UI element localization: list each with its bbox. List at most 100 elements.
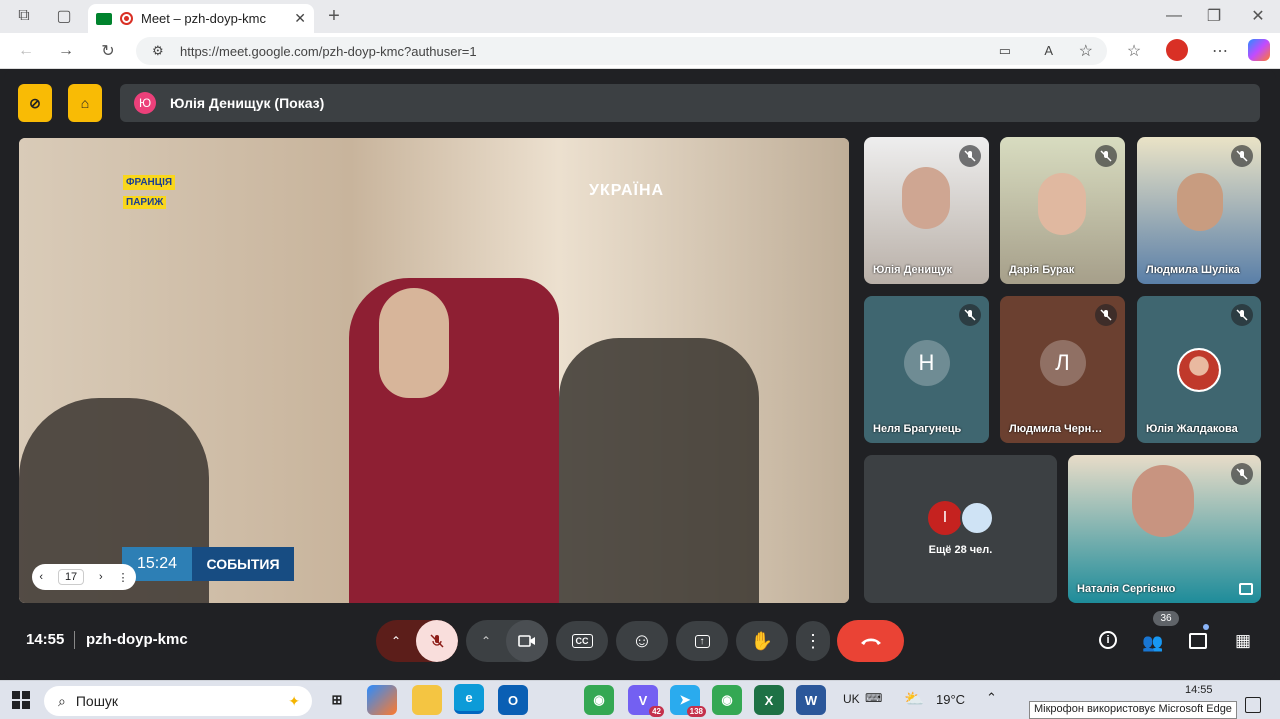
participant-tile[interactable]: Людмила Шуліка <box>1137 137 1261 284</box>
video-options-chevron-icon[interactable]: ⌃ <box>466 620 506 662</box>
favorite-star-icon[interactable]: ☆ <box>1079 41 1093 61</box>
outlook-icon[interactable]: O <box>498 685 528 715</box>
url-text: https://meet.google.com/pzh-doyp-kmc?aut… <box>180 43 477 59</box>
maximize-icon[interactable]: ❐ <box>1200 2 1228 30</box>
captions-button[interactable]: CC <box>556 621 608 661</box>
participant-tile[interactable]: Л Людмила Черн… <box>1000 296 1125 443</box>
language-indicator[interactable]: UK <box>843 692 860 706</box>
participant-tile[interactable]: Юлія Жалдакова <box>1137 296 1261 443</box>
camera-in-use-icon[interactable]: ▭ <box>999 43 1011 59</box>
stop-presenting-icon[interactable]: ⊘ <box>18 84 52 122</box>
copilot-taskbar-icon[interactable] <box>367 685 397 715</box>
notifications-icon[interactable] <box>1245 697 1261 713</box>
presenter-label: Юлія Денищук (Показ) <box>170 95 325 111</box>
mic-off-icon <box>1231 304 1253 326</box>
meeting-time: 14:55 <box>26 631 65 648</box>
favorites-icon[interactable]: ☆ <box>1120 37 1148 65</box>
end-call-icon <box>860 638 881 645</box>
tray-chevron-icon[interactable]: ⌃ <box>986 690 997 706</box>
audio-options-chevron-icon[interactable]: ⌃ <box>376 620 416 662</box>
mic-off-icon <box>1095 145 1117 167</box>
divider <box>74 631 75 649</box>
mic-control-group: ⌃ <box>376 620 458 662</box>
copilot-icon[interactable] <box>1248 39 1270 61</box>
telegram-icon[interactable]: ➤ 138 <box>670 685 706 717</box>
participant-name: Людмила Шуліка <box>1146 264 1240 276</box>
task-view-icon[interactable]: ⊞ <box>322 685 352 715</box>
pip-icon[interactable] <box>1239 583 1253 595</box>
more-menu-icon[interactable]: ⋯ <box>1206 37 1234 65</box>
search-highlight-icon: ✦ <box>288 692 300 709</box>
close-window-icon[interactable]: ✕ <box>1244 2 1272 30</box>
back-icon[interactable]: ← <box>12 37 40 65</box>
meeting-info-icon[interactable]: i <box>1093 625 1123 655</box>
participant-name: Наталія Сергієнко <box>1077 583 1176 595</box>
site-info-icon[interactable]: ⚙ <box>152 43 164 59</box>
leave-call-button[interactable] <box>837 620 904 662</box>
tab-meet[interactable]: Meet – pzh-doyp-kmc ✕ <box>88 4 314 33</box>
mic-off-icon <box>1231 463 1253 485</box>
word-icon[interactable]: W <box>796 685 826 715</box>
others-initial: І <box>928 501 962 535</box>
channel-logo: УКРАЇНА <box>589 182 665 199</box>
participant-avatar <box>1177 348 1221 392</box>
new-tab-icon[interactable]: + <box>320 2 348 30</box>
url-field[interactable]: ⚙ https://meet.google.com/pzh-doyp-kmc?a… <box>136 37 1107 65</box>
mic-off-icon <box>1095 304 1117 326</box>
chat-icon[interactable] <box>1183 626 1213 656</box>
people-icon[interactable]: 👥 <box>1138 628 1168 658</box>
chrome-profile-icon[interactable]: ◉ <box>712 685 742 715</box>
viber-icon[interactable]: V 42 <box>628 685 664 717</box>
present-button[interactable]: ↑ <box>676 621 728 661</box>
vertical-tabs-icon[interactable]: ▢ <box>50 2 78 30</box>
pager-more-icon[interactable]: ⋮ <box>118 571 129 584</box>
workspaces-icon[interactable]: ⧉ <box>10 2 38 30</box>
read-aloud-icon[interactable]: A <box>1044 43 1053 58</box>
overlay-city: ПАРИЖ <box>123 196 167 209</box>
presentation-layout-icon[interactable]: ⌂ <box>68 84 102 122</box>
participant-initial: Н <box>903 339 950 386</box>
page-number[interactable]: 17 <box>57 569 85 585</box>
close-tab-icon[interactable]: ✕ <box>294 10 306 27</box>
activities-icon[interactable]: ▦ <box>1228 626 1258 656</box>
excel-icon[interactable]: X <box>754 685 784 715</box>
raise-hand-button[interactable]: ✋ <box>736 621 788 661</box>
slide-pager: ‹ 17 › ⋮ <box>32 564 136 590</box>
present-screen-icon: ↑ <box>694 634 710 648</box>
mic-muted-icon <box>430 634 444 648</box>
camera-control-group: ⌃ <box>466 620 548 662</box>
more-options-icon[interactable]: ⋮ <box>796 621 830 661</box>
participant-name: Неля Брагунець <box>873 423 962 435</box>
participant-tile[interactable]: Н Неля Брагунець <box>864 296 989 443</box>
reactions-button[interactable]: ☺ <box>616 621 668 661</box>
keyboard-icon[interactable]: ⌨ <box>865 691 882 705</box>
profile-avatar[interactable] <box>1166 39 1188 61</box>
minimize-icon[interactable]: — <box>1160 2 1188 30</box>
forward-icon[interactable]: → <box>52 37 80 65</box>
weather-icon[interactable]: ⛅ <box>904 689 924 709</box>
chrome-icon[interactable]: ◉ <box>584 685 614 715</box>
reload-icon[interactable]: ↻ <box>94 37 122 65</box>
captions-icon: CC <box>571 634 593 648</box>
meet-favicon-icon <box>96 12 112 25</box>
next-page-icon[interactable]: › <box>99 571 103 583</box>
mic-toggle-button[interactable] <box>416 620 458 662</box>
participant-tile[interactable]: Юлія Денищук <box>864 137 989 284</box>
participant-name: Юлія Денищук <box>873 264 952 276</box>
taskbar-search[interactable]: ⌕ Пошук ✦ <box>44 686 312 716</box>
participant-initial: Л <box>1039 339 1086 386</box>
camera-toggle-button[interactable] <box>506 620 548 662</box>
participant-tile[interactable]: Наталія Сергієнко <box>1068 455 1261 603</box>
edge-icon[interactable]: e <box>454 684 484 714</box>
participant-video <box>1038 173 1086 235</box>
start-icon[interactable] <box>12 691 30 709</box>
recording-icon <box>120 12 133 25</box>
others-tile[interactable]: І Ещё 28 чел. <box>864 455 1057 603</box>
participant-name: Юлія Жалдакова <box>1146 423 1238 435</box>
chat-notification-dot <box>1203 624 1209 630</box>
news-brand: СОБЫТИЯ <box>192 547 294 581</box>
others-label: Ещё 28 чел. <box>928 544 993 556</box>
participant-tile[interactable]: Дарія Бурак <box>1000 137 1125 284</box>
file-explorer-icon[interactable] <box>412 685 442 715</box>
prev-page-icon[interactable]: ‹ <box>39 571 43 583</box>
